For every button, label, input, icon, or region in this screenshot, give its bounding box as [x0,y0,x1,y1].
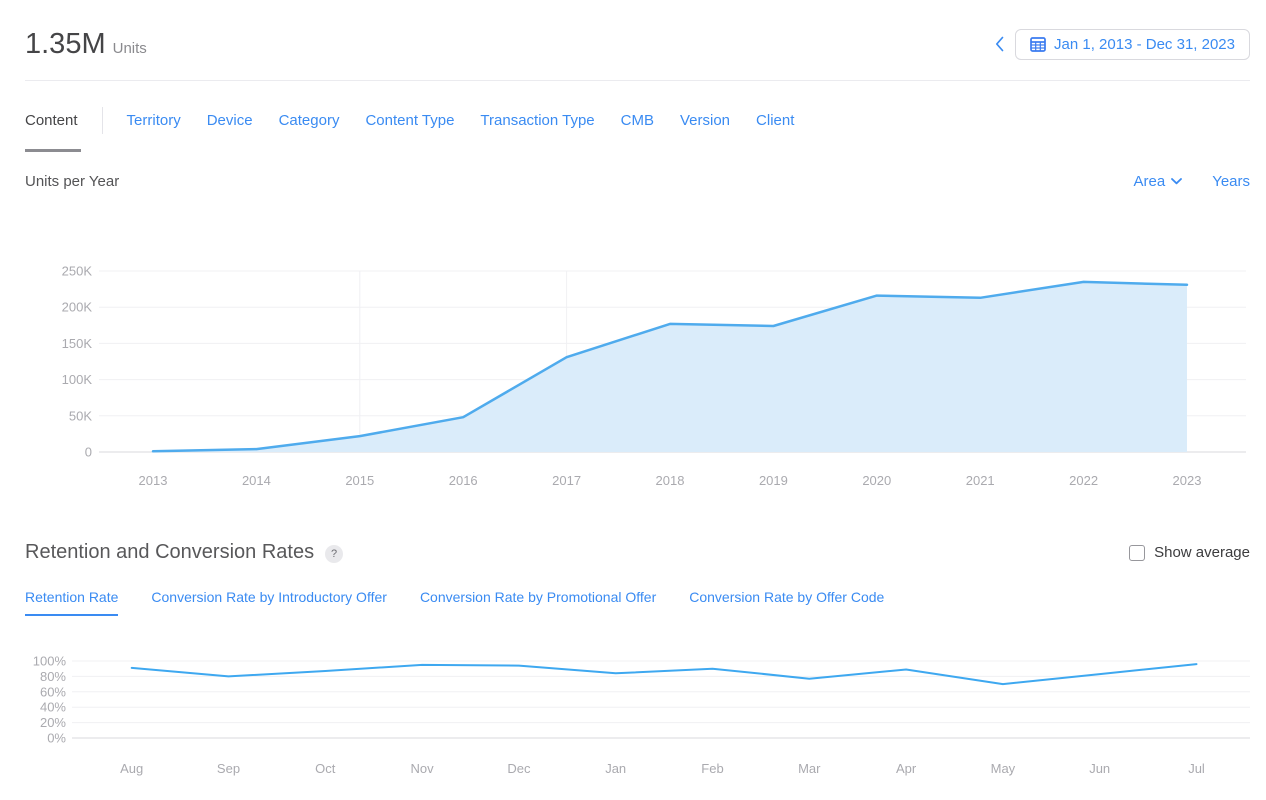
svg-text:2023: 2023 [1173,473,1202,488]
help-icon[interactable]: ? [325,545,343,563]
svg-text:Apr: Apr [896,761,917,776]
subtab-conversion-rate-by-introductory-offer[interactable]: Conversion Rate by Introductory Offer [151,589,387,616]
svg-text:0%: 0% [47,731,66,746]
subtab-conversion-rate-by-offer-code[interactable]: Conversion Rate by Offer Code [689,589,884,616]
svg-text:0: 0 [85,445,92,460]
svg-text:2021: 2021 [966,473,995,488]
tab-content-type[interactable]: Content Type [365,112,454,129]
active-tab-indicator [25,149,81,152]
tab-transaction-type[interactable]: Transaction Type [480,112,594,129]
units-chart-header: Units per Year Area Years [25,173,1250,190]
svg-text:2018: 2018 [656,473,685,488]
svg-text:100K: 100K [62,372,93,387]
show-average-label: Show average [1154,544,1250,561]
svg-text:20%: 20% [40,715,66,730]
tab-version[interactable]: Version [680,112,730,129]
svg-text:Mar: Mar [798,761,821,776]
tab-client[interactable]: Client [756,112,794,129]
svg-text:Sep: Sep [217,761,240,776]
date-navigation: Jan 1, 2013 - Dec 31, 2023 [995,29,1250,60]
show-average-checkbox[interactable] [1129,545,1145,561]
svg-text:Nov: Nov [411,761,435,776]
chart-type-label: Area [1134,173,1166,190]
retention-section-title-group: Retention and Conversion Rates ? [25,541,343,564]
units-chart-controls: Area Years [1134,173,1251,190]
dimension-tab-bar: Content Territory Device Category Content Ty… [25,107,794,134]
svg-text:Feb: Feb [701,761,723,776]
svg-text:Jun: Jun [1089,761,1110,776]
svg-text:60%: 60% [40,684,66,699]
previous-period-chevron-icon[interactable] [995,36,1004,52]
retention-section-header: Retention and Conversion Rates ? Show av… [25,541,1250,564]
svg-text:250K: 250K [62,264,93,279]
svg-text:40%: 40% [40,700,66,715]
total-units-value: 1.35M [25,28,106,61]
svg-text:200K: 200K [62,300,93,315]
retention-rate-line-chart: 100%80%60%40%20%0% Aug Sep Oct Nov Dec Jan Feb M… [0,650,1266,785]
date-range-label: Jan 1, 2013 - Dec 31, 2023 [1054,36,1235,53]
svg-text:80%: 80% [40,669,66,684]
svg-text:100%: 100% [33,654,67,669]
svg-text:50K: 50K [69,408,92,423]
interval-toggle[interactable]: Years [1212,173,1250,190]
rate-subtab-bar: Retention Rate Conversion Rate by Introdu… [25,589,884,616]
tab-category[interactable]: Category [279,112,340,129]
svg-text:2013: 2013 [139,473,168,488]
svg-text:2020: 2020 [862,473,891,488]
total-units-metric: 1.35M Units [25,28,147,61]
svg-text:Oct: Oct [315,761,336,776]
svg-text:150K: 150K [62,336,93,351]
svg-text:2022: 2022 [1069,473,1098,488]
svg-text:2017: 2017 [552,473,581,488]
header-divider [25,80,1250,81]
svg-text:Dec: Dec [507,761,531,776]
tab-content[interactable]: Content [25,112,78,129]
page-header: 1.35M Units Jan 1, 2013 - Dec 31, 2023 [25,26,1250,62]
show-average-control[interactable]: Show average [1129,544,1250,561]
units-per-year-area-chart: 250K 200K 150K 100K 50K 0 2013 2014 2015 2016 2017… [0,250,1266,500]
chevron-down-icon [1171,178,1182,185]
tab-territory[interactable]: Territory [127,112,181,129]
tab-divider [102,107,103,134]
calendar-icon [1030,36,1046,52]
svg-text:Jan: Jan [605,761,626,776]
total-units-label: Units [113,40,147,57]
retention-section-title: Retention and Conversion Rates [25,541,314,564]
date-range-button[interactable]: Jan 1, 2013 - Dec 31, 2023 [1015,29,1250,60]
svg-text:Aug: Aug [120,761,143,776]
svg-text:2014: 2014 [242,473,271,488]
tab-cmb[interactable]: CMB [621,112,654,129]
tab-device[interactable]: Device [207,112,253,129]
subtab-retention-rate[interactable]: Retention Rate [25,589,118,616]
svg-text:2016: 2016 [449,473,478,488]
subtab-conversion-rate-by-promotional-offer[interactable]: Conversion Rate by Promotional Offer [420,589,656,616]
units-chart-title: Units per Year [25,173,119,190]
chart-type-dropdown[interactable]: Area [1134,173,1183,190]
svg-text:Jul: Jul [1188,761,1205,776]
svg-text:2019: 2019 [759,473,788,488]
svg-text:2015: 2015 [345,473,374,488]
svg-text:May: May [991,761,1016,776]
